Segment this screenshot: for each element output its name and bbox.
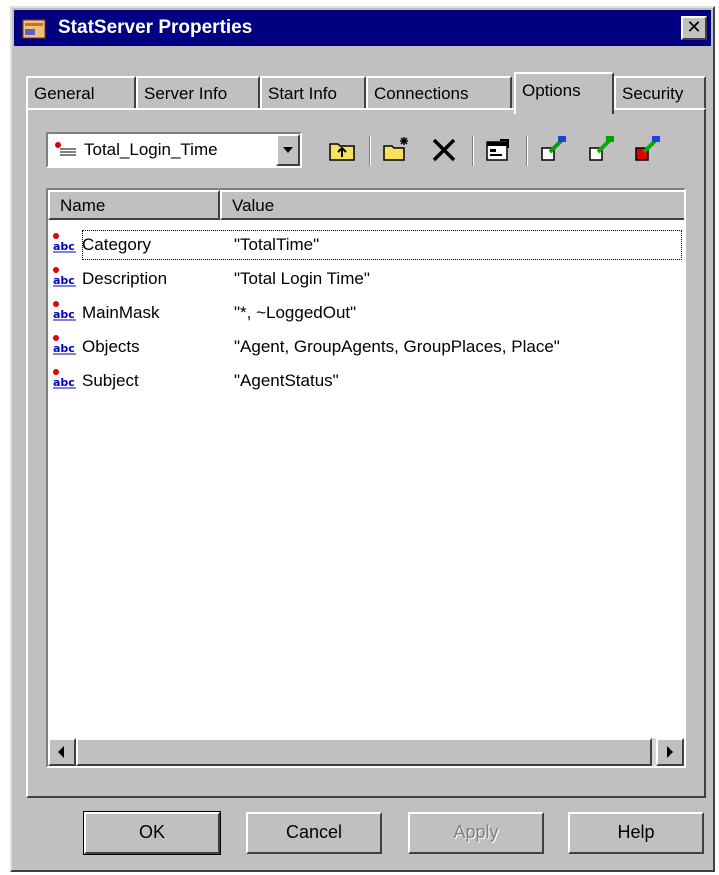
option-value: "Total Login Time": [234, 269, 370, 288]
string-option-icon: abc: [53, 369, 76, 389]
svg-text:abc: abc: [53, 308, 75, 321]
tab-strip: General Server Info Start Info Connectio…: [26, 72, 706, 114]
option-value: "AgentStatus": [234, 371, 339, 390]
option-value: "*, ~LoggedOut": [234, 303, 357, 322]
svg-text:abc: abc: [53, 240, 75, 253]
option-name: Description: [82, 269, 168, 288]
option-name: Subject: [82, 371, 139, 390]
chevron-right-icon: [667, 746, 673, 758]
chevron-left-icon: [58, 746, 64, 758]
tab-connections[interactable]: Connections: [366, 76, 512, 110]
title-bar[interactable]: StatServer Properties ✕: [14, 10, 711, 46]
toolbar-separator: [526, 136, 528, 166]
tab-start-info[interactable]: Start Info: [260, 76, 366, 110]
column-header-value[interactable]: Value: [220, 190, 684, 220]
list-header: Name Value: [48, 190, 684, 220]
cancel-button[interactable]: Cancel: [246, 812, 382, 854]
table-row[interactable]: abc Objects "Agent, GroupAgents, GroupPl…: [48, 330, 684, 364]
export-icon[interactable]: [538, 134, 570, 166]
section-icon: [55, 142, 76, 156]
tab-general[interactable]: General: [26, 76, 136, 110]
apply-button[interactable]: Apply: [408, 812, 544, 854]
tab-security[interactable]: Security: [614, 76, 706, 110]
tab-options[interactable]: Options: [514, 72, 614, 114]
focus-rectangle: [82, 230, 682, 260]
scrollbar-thumb[interactable]: [76, 738, 652, 766]
new-option-icon[interactable]: [380, 134, 412, 166]
string-option-icon: abc: [53, 301, 76, 321]
table-row[interactable]: abc Subject "AgentStatus": [48, 364, 684, 398]
svg-text:abc: abc: [53, 274, 75, 287]
tab-server-info[interactable]: Server Info: [136, 76, 260, 110]
delete-icon[interactable]: [428, 134, 460, 166]
option-name: MainMask: [82, 303, 160, 322]
option-value: "TotalTime": [234, 235, 320, 254]
chevron-down-icon: [283, 147, 293, 153]
option-name: Objects: [82, 337, 140, 356]
section-value: Total_Login_Time: [84, 140, 218, 159]
ok-button[interactable]: OK: [83, 811, 221, 855]
properties-icon[interactable]: [482, 134, 514, 166]
column-header-name[interactable]: Name: [48, 190, 220, 220]
options-list[interactable]: Name Value abc Category "TotalTime" abc …: [46, 188, 686, 768]
svg-text:abc: abc: [53, 376, 75, 389]
table-row[interactable]: abc Category "TotalTime": [48, 228, 684, 262]
option-value: "Agent, GroupAgents, GroupPlaces, Place": [234, 337, 560, 356]
statserver-app-icon: [22, 19, 46, 39]
table-row[interactable]: abc MainMask "*, ~LoggedOut": [48, 296, 684, 330]
string-option-icon: abc: [53, 233, 76, 253]
string-option-icon: abc: [53, 335, 76, 355]
close-button[interactable]: ✕: [681, 16, 707, 40]
window-title: StatServer Properties: [58, 17, 253, 38]
horizontal-scrollbar[interactable]: [48, 738, 684, 766]
dropdown-arrow-button[interactable]: [276, 134, 300, 166]
scroll-left-button[interactable]: [48, 738, 76, 766]
toolbar-separator: [472, 136, 474, 166]
help-button[interactable]: Help: [568, 812, 704, 854]
scroll-right-button[interactable]: [656, 738, 684, 766]
option-name: Category: [82, 235, 151, 254]
table-row[interactable]: abc Description "Total Login Time": [48, 262, 684, 296]
svg-text:abc: abc: [53, 342, 75, 355]
up-folder-icon[interactable]: [326, 134, 358, 166]
string-option-icon: abc: [53, 267, 76, 287]
import-icon[interactable]: [586, 134, 618, 166]
section-dropdown[interactable]: Total_Login_Time: [46, 132, 302, 168]
sync-icon[interactable]: [632, 134, 664, 166]
toolbar-separator: [369, 136, 371, 166]
